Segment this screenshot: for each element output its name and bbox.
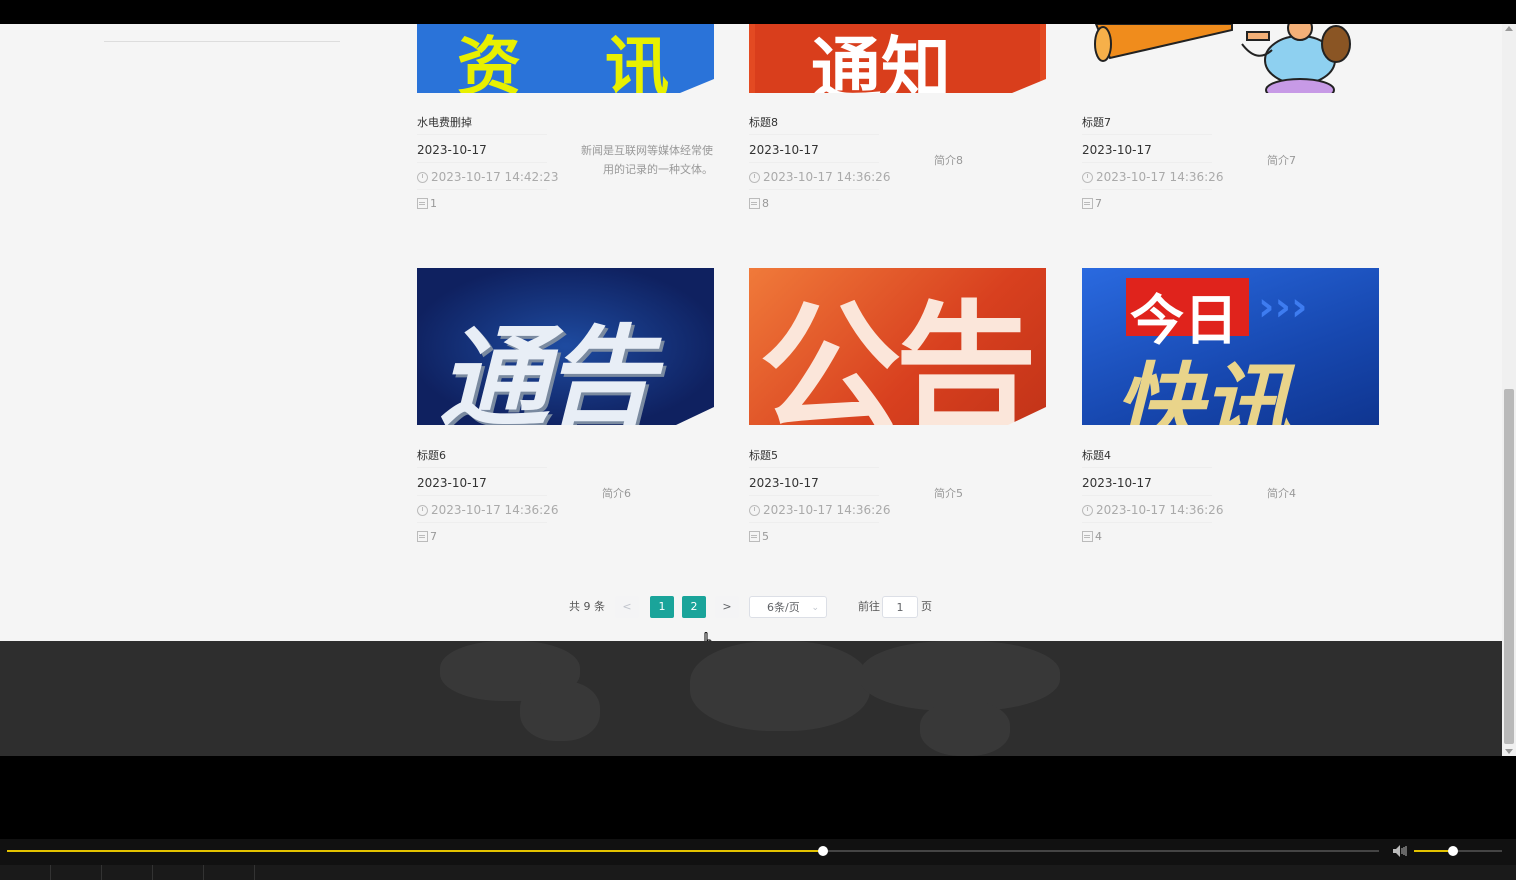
pagination-page-2[interactable]: 2: [682, 596, 706, 618]
goto-page-input[interactable]: 1: [882, 596, 918, 618]
site-footer: [0, 641, 1502, 756]
article-time: 2023-10-17 14:42:23: [417, 170, 558, 184]
scroll-down-icon[interactable]: [1505, 749, 1513, 754]
article-count: 7: [1082, 197, 1102, 210]
goto-suffix: 页: [921, 600, 932, 613]
article-title[interactable]: 标题6: [417, 447, 446, 463]
article-time: 2023-10-17 14:36:26: [417, 503, 558, 517]
goto-label: 前往: [858, 600, 880, 613]
article-count: 4: [1082, 530, 1102, 543]
article-title[interactable]: 标题8: [749, 114, 778, 130]
volume-slider[interactable]: [1414, 846, 1502, 856]
article-time: 2023-10-17 14:36:26: [749, 503, 890, 517]
article-title[interactable]: 水电费删掉: [417, 114, 472, 130]
clock-icon: [1082, 504, 1093, 516]
speaker-icon[interactable]: [1392, 844, 1408, 858]
article-thumbnail[interactable]: 通告: [417, 268, 714, 425]
sidebar-divider: [104, 41, 340, 42]
article-intro: 简介4: [1267, 487, 1296, 500]
document-icon: [749, 531, 760, 542]
article-thumbnail[interactable]: 资 讯: [417, 24, 714, 93]
article-title[interactable]: 标题5: [749, 447, 778, 463]
page-scrollbar[interactable]: [1502, 24, 1516, 756]
document-icon: [1082, 198, 1093, 209]
document-icon: [1082, 531, 1093, 542]
article-intro: 简介6: [602, 487, 631, 500]
article-thumbnail[interactable]: 公告: [749, 268, 1046, 425]
top-black-bar: [0, 0, 1516, 24]
taskbar-strip: [0, 865, 1516, 880]
progress-handle[interactable]: [818, 846, 829, 856]
article-intro: 简介8: [934, 154, 963, 167]
clock-icon: [749, 171, 760, 183]
clock-icon: [417, 504, 428, 516]
article-time: 2023-10-17 14:36:26: [1082, 170, 1223, 184]
document-icon: [749, 198, 760, 209]
megaphone-cartoon-icon: [1094, 24, 1351, 93]
article-thumbnail[interactable]: 今日 ››› 快讯: [1082, 268, 1379, 425]
article-title[interactable]: 标题7: [1082, 114, 1111, 130]
pagination-prev-button[interactable]: <: [615, 596, 639, 618]
article-date: 2023-10-17: [417, 476, 487, 490]
chevron-down-icon: ⌄: [811, 603, 819, 613]
volume-handle[interactable]: [1447, 846, 1458, 856]
article-date: 2023-10-17: [1082, 143, 1152, 157]
scrollbar-thumb[interactable]: [1504, 389, 1514, 744]
article-intro: 新闻是互联网等媒体经常使用的记录的一种文体。: [581, 144, 713, 176]
pagination: 共 9 条 < 1 2 > 6条/页 ⌄ 前往 1 页: [0, 596, 1502, 622]
video-player-controls: [0, 839, 1516, 880]
scroll-up-icon[interactable]: [1505, 26, 1513, 31]
article-count: 5: [749, 530, 769, 543]
article-count: 8: [749, 197, 769, 210]
article-thumbnail[interactable]: 通知: [749, 24, 1046, 93]
article-title[interactable]: 标题4: [1082, 447, 1111, 463]
clock-icon: [749, 504, 760, 516]
document-icon: [417, 198, 428, 209]
pagination-next-button[interactable]: >: [715, 596, 739, 618]
article-thumbnail[interactable]: [1082, 24, 1379, 93]
clock-icon: [417, 171, 428, 183]
article-date: 2023-10-17: [749, 143, 819, 157]
article-time: 2023-10-17 14:36:26: [1082, 503, 1223, 517]
article-intro: 简介7: [1267, 154, 1296, 167]
browser-viewport: 资 讯 水电费删掉 2023-10-17 2023-10-17 14:42:23…: [0, 24, 1502, 756]
pagination-total: 共 9 条: [569, 600, 605, 613]
article-count: 1: [417, 197, 437, 210]
document-icon: [417, 531, 428, 542]
article-date: 2023-10-17: [417, 143, 487, 157]
clock-icon: [1082, 171, 1093, 183]
article-date: 2023-10-17: [749, 476, 819, 490]
video-progress-bar[interactable]: [7, 846, 1379, 856]
article-intro: 简介5: [934, 487, 963, 500]
page-size-select[interactable]: 6条/页 ⌄: [749, 596, 827, 618]
pagination-page-1[interactable]: 1: [650, 596, 674, 618]
article-date: 2023-10-17: [1082, 476, 1152, 490]
article-count: 7: [417, 530, 437, 543]
article-time: 2023-10-17 14:36:26: [749, 170, 890, 184]
